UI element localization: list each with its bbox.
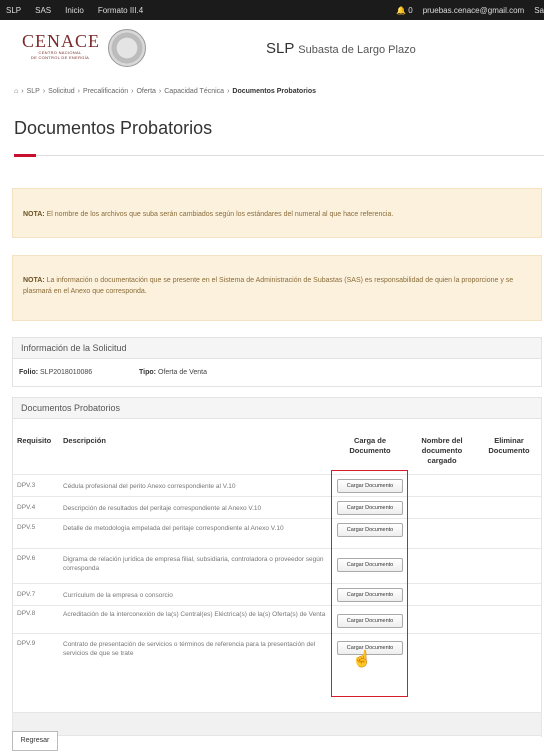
page-title: Documentos Probatorios [14,118,213,138]
row-code: DPV.6 [17,555,36,562]
row-code: DPV.7 [17,591,36,598]
row-code: DPV.3 [17,482,36,489]
back-button[interactable]: Regresar [12,731,58,751]
user-email[interactable]: pruebas.cenace@gmail.com [423,6,525,15]
panel-title: Documentos Probatorios [13,398,541,419]
header-carga-1: Carga de [353,436,387,445]
panel-footer [12,712,542,736]
table-row: DPV.4 Descripción de resultados del peri… [13,496,541,519]
folio: Folio: SLP2018010086 [19,369,139,376]
row-desc: Contrato de presentación de servicios o … [63,641,316,657]
tipo-value: Oferta de Venta [157,369,207,376]
row-desc: Descripción de resultados del peritaje c… [63,505,262,512]
row-code: DPV.9 [17,640,36,647]
header-eliminar-2: Documento [488,446,530,455]
row-desc: Detalle de metodología empelada del peri… [63,525,284,532]
breadcrumb-sep-icon: › [42,88,46,95]
notification-count: 0 [408,6,413,15]
breadcrumb-sep-icon: › [21,88,24,95]
header-nombre-2: documento [421,446,463,455]
app-subtitle: Subasta de Largo Plazo [298,44,416,56]
app-title: SLP Subasta de Largo Plazo [266,40,416,57]
breadcrumb-precalificacion[interactable]: Precalificación [83,88,128,95]
table-row: DPV.8 Acreditación de la interconexión d… [13,605,541,634]
header: CENACE CENTRO NACIONAL DE CONTROL DE ENE… [0,20,544,75]
notifications[interactable]: 🔔 0 [396,6,413,15]
table-row: DPV.9 Contrato de presentación de servic… [13,633,541,694]
hand-cursor-icon: ☝ [352,651,372,668]
panel-title: Información de la Solicitud [13,338,541,359]
title-divider [14,155,544,156]
breadcrumb-slp[interactable]: SLP [27,88,40,95]
breadcrumb-sep-icon: › [158,88,162,95]
breadcrumb-current: Documentos Probatorios [232,88,317,95]
tipo-label: Tipo: [139,369,156,376]
nav-slp[interactable]: SLP [6,6,21,15]
breadcrumb-solicitud[interactable]: Solicitud [48,88,74,95]
logo-main: CENACE [22,31,100,51]
row-code: DPV.4 [17,504,36,511]
header-nombre-3: cargado [427,456,457,465]
breadcrumb-sep-icon: › [77,88,80,95]
header-eliminar: Eliminar Documento [479,436,539,456]
logo-sub2: DE CONTROL DE ENERGÍA [30,55,90,60]
note-responsibility: NOTA: La información o documentación que… [12,255,542,321]
table-row: DPV.3 Cédula profesional del perito Anex… [13,474,541,497]
top-right: 🔔 0 pruebas.cenace@gmail.com Sa [396,6,544,15]
table-row: DPV.7 Currículum de la empresa o consorc… [13,583,541,606]
top-navbar: SLP SAS Inicio Formato III.4 🔔 0 pruebas… [0,0,544,20]
note-text: La información o documentación que se pr… [23,277,514,295]
breadcrumb-capacidad[interactable]: Capacidad Técnica [164,88,224,95]
breadcrumb-sep-icon: › [131,88,134,95]
breadcrumb: ⌂ › SLP › Solicitud › Precalificación › … [14,88,316,95]
row-desc: Acreditación de la interconexión de la(s… [63,611,326,618]
note-file-names: NOTA: El nombre de los archivos que suba… [12,188,542,238]
app-name: SLP [266,40,295,57]
nav-sas[interactable]: SAS [35,6,51,15]
title-accent [14,154,36,157]
folio-label: Folio: [19,369,39,376]
cenace-logo: CENACE CENTRO NACIONAL DE CONTROL DE ENE… [22,31,100,60]
exit-link[interactable]: Sa [534,6,544,15]
header-requisito: Requisito [17,436,52,445]
documents-panel: Documentos Probatorios Requisito Descrip… [12,397,542,737]
folio-value: SLP2018010086 [40,369,93,376]
request-info-panel: Información de la Solicitud Folio: SLP20… [12,337,542,387]
row-desc: Currículum de la empresa o consorcio [63,592,173,599]
tipo: Tipo: Oferta de Venta [139,369,207,376]
row-code: DPV.8 [17,610,36,617]
row-desc: Digrama de relación jurídica de empresa … [63,556,324,572]
breadcrumb-oferta[interactable]: Oferta [136,88,155,95]
home-icon[interactable]: ⌂ [14,88,18,95]
header-carga-2: Documento [349,446,391,455]
bell-icon: 🔔 [396,6,406,15]
row-desc: Cédula profesional del perito Anexo corr… [63,483,236,490]
mexico-seal-icon [108,29,146,67]
table-row: DPV.6 Digrama de relación jurídica de em… [13,548,541,584]
note-label: NOTA: [23,277,45,284]
table-row: DPV.5 Detalle de metodología empelada de… [13,518,541,549]
info-row: Folio: SLP2018010086 Tipo: Oferta de Ven… [13,359,541,386]
row-code: DPV.5 [17,524,36,531]
note-label: NOTA: [23,211,45,218]
header-nombre-1: Nombre del [421,436,463,445]
header-eliminar-1: Eliminar [494,436,524,445]
breadcrumb-sep-icon: › [227,88,230,95]
header-nombre: Nombre del documento cargado [413,436,471,466]
note-text: El nombre de los archivos que suba serán… [46,211,394,218]
header-descripcion: Descripción [63,436,106,445]
top-nav: SLP SAS Inicio Formato III.4 [6,6,143,15]
nav-formato[interactable]: Formato III.4 [98,6,143,15]
header-carga: Carga de Documento [335,436,405,456]
nav-inicio[interactable]: Inicio [65,6,84,15]
